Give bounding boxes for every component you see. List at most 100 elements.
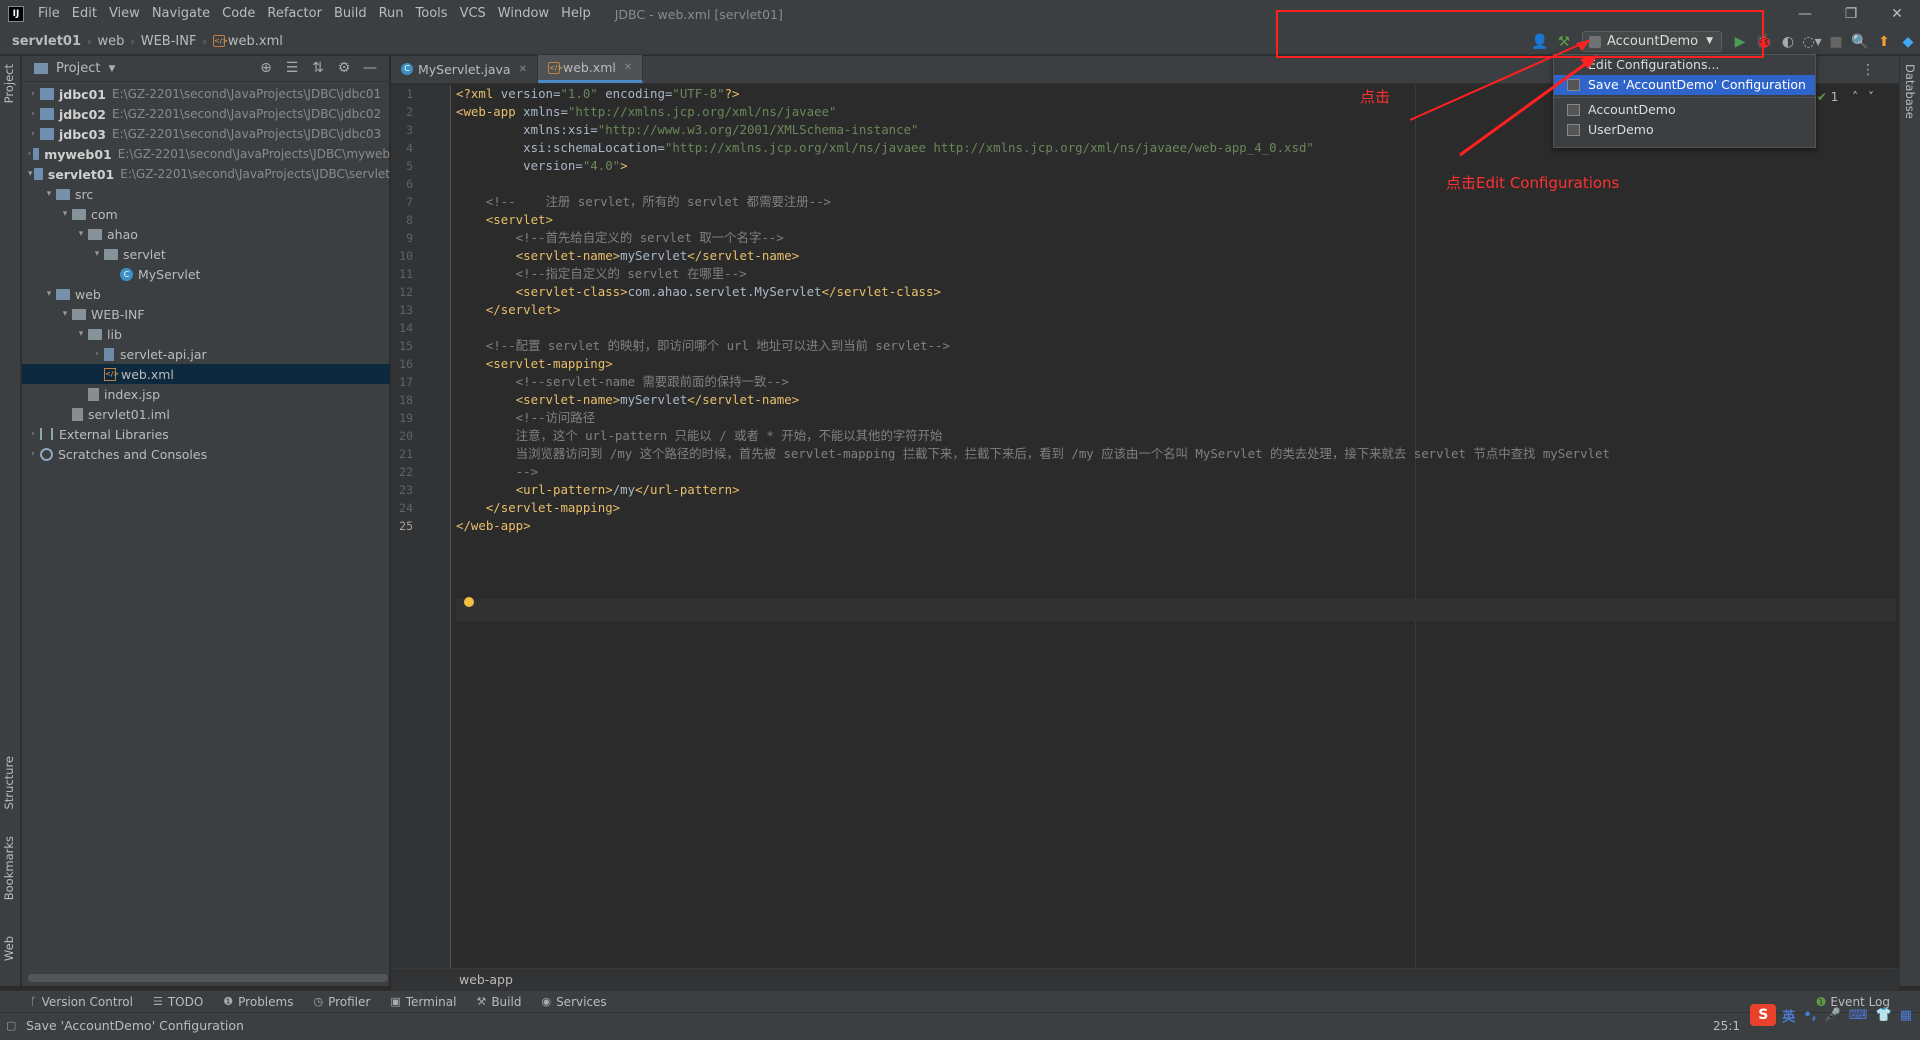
chevron-down-icon[interactable]: ▾ bbox=[42, 189, 56, 199]
tree-item[interactable]: ▾ src bbox=[22, 184, 390, 204]
menu-help[interactable]: Help bbox=[555, 0, 597, 28]
tree-item[interactable]: ▾ WEB-INF bbox=[22, 304, 390, 324]
database-tool-tab[interactable]: Database bbox=[1903, 64, 1917, 119]
tree-item[interactable]: ▾ servlet01 E:\GZ-2201\second\JavaProjects… bbox=[22, 164, 390, 184]
menu-code[interactable]: Code bbox=[216, 0, 261, 28]
menu-window[interactable]: Window bbox=[492, 0, 555, 28]
menu-build[interactable]: Build bbox=[328, 0, 373, 28]
profile-icon[interactable]: ◌▾ bbox=[1800, 31, 1824, 53]
tree-item[interactable]: ▾ servlet bbox=[22, 244, 390, 264]
menu-edit[interactable]: Edit bbox=[66, 0, 103, 28]
menu-view[interactable]: View bbox=[103, 0, 146, 28]
expand-all-icon[interactable]: ☰ bbox=[279, 60, 305, 76]
minimize-button[interactable]: — bbox=[1782, 0, 1828, 28]
tree-item[interactable]: › servlet-api.jar bbox=[22, 344, 390, 364]
tree-item[interactable]: ▾ com bbox=[22, 204, 390, 224]
tree-item[interactable]: › External Libraries bbox=[22, 424, 390, 444]
tree-item[interactable]: </> web.xml bbox=[22, 364, 390, 384]
chevron-right-icon[interactable]: › bbox=[26, 149, 33, 159]
chevron-down-icon[interactable]: ▾ bbox=[74, 329, 88, 339]
gear-icon[interactable]: ⚙ bbox=[331, 60, 357, 76]
caret-position[interactable]: 25:1 bbox=[1713, 1013, 1740, 1039]
chevron-down-icon[interactable]: ▾ bbox=[74, 229, 88, 239]
tree-item[interactable]: index.jsp bbox=[22, 384, 390, 404]
tree-item[interactable]: C MyServlet bbox=[22, 264, 390, 284]
chevron-right-icon[interactable]: › bbox=[26, 109, 40, 119]
chevron-down-icon[interactable]: ▾ bbox=[90, 249, 104, 259]
build-tab[interactable]: ⚒ Build bbox=[476, 995, 521, 1009]
apps-grid-icon[interactable]: ▦ bbox=[1900, 1008, 1912, 1023]
close-button[interactable]: ✕ bbox=[1874, 0, 1920, 28]
menu-refactor[interactable]: Refactor bbox=[261, 0, 328, 28]
code-editor[interactable]: <?xml version="1.0" encoding="UTF-8"?> <w… bbox=[456, 85, 1896, 970]
update-icon[interactable]: ⬆ bbox=[1872, 31, 1896, 53]
chevron-down-icon[interactable]: ˅ bbox=[1868, 90, 1874, 104]
breadcrumb-web-xml[interactable]: web.xml bbox=[228, 34, 283, 49]
sogou-ime-logo[interactable]: S bbox=[1750, 1004, 1777, 1026]
project-panel-title[interactable]: Project bbox=[56, 61, 100, 76]
tree-item[interactable]: › jdbc03 E:\GZ-2201\second\JavaProjects\JD… bbox=[22, 124, 390, 144]
inspection-widget[interactable]: ✔ 1 ˄ ˅ bbox=[1817, 90, 1874, 104]
bookmarks-tool-tab[interactable]: Bookmarks bbox=[2, 836, 16, 900]
terminal-tab[interactable]: ▣ Terminal bbox=[390, 995, 456, 1009]
chevron-down-icon[interactable]: ▾ bbox=[58, 209, 72, 219]
chevron-right-icon[interactable]: › bbox=[26, 89, 40, 99]
keyboard-icon[interactable]: ⌨ bbox=[1849, 1008, 1868, 1023]
profiler-tab[interactable]: ◷ Profiler bbox=[313, 995, 370, 1009]
close-icon[interactable]: ✕ bbox=[624, 62, 632, 73]
tree-item[interactable]: servlet01.iml bbox=[22, 404, 390, 424]
status-toggle-icon[interactable]: ▢ bbox=[6, 1013, 16, 1039]
restore-button[interactable]: ❐ bbox=[1828, 0, 1874, 28]
project-tree: › jdbc01 E:\GZ-2201\second\JavaProjects\JD… bbox=[22, 84, 390, 464]
more-options-icon[interactable]: ⋮ bbox=[1861, 62, 1875, 78]
intention-bulb-icon[interactable] bbox=[464, 597, 474, 607]
skin-icon[interactable]: 👕 bbox=[1876, 1008, 1892, 1023]
xml-tag-breadcrumb[interactable]: web-app bbox=[391, 968, 1899, 990]
menu-run[interactable]: Run bbox=[373, 0, 410, 28]
problems-tab[interactable]: ❶ Problems bbox=[223, 995, 293, 1009]
chevron-up-icon[interactable]: ˄ bbox=[1852, 90, 1858, 104]
collapse-all-icon[interactable]: ⇅ bbox=[305, 60, 331, 76]
chevron-down-icon[interactable]: ▼ bbox=[108, 64, 115, 74]
horizontal-scrollbar[interactable] bbox=[28, 974, 388, 982]
tree-item[interactable]: › jdbc02 E:\GZ-2201\second\JavaProjects\JD… bbox=[22, 104, 390, 124]
tab-web-xml[interactable]: </> web.xml ✕ bbox=[537, 55, 644, 83]
structure-tool-tab[interactable]: Structure bbox=[2, 756, 16, 810]
chevron-right-icon[interactable]: › bbox=[26, 129, 40, 139]
menu-tools[interactable]: Tools bbox=[410, 0, 454, 28]
tree-item[interactable]: › Scratches and Consoles bbox=[22, 444, 390, 464]
coverage-icon[interactable]: ◐ bbox=[1776, 31, 1800, 53]
hide-icon[interactable]: — bbox=[357, 60, 383, 76]
menu-navigate[interactable]: Navigate bbox=[146, 0, 216, 28]
breadcrumb-project[interactable]: servlet01 bbox=[12, 34, 81, 49]
todo-tab[interactable]: ☰ TODO bbox=[153, 995, 203, 1009]
chevron-right-icon[interactable]: › bbox=[90, 349, 104, 359]
menu-vcs[interactable]: VCS bbox=[454, 0, 492, 28]
tree-item[interactable]: ▾ ahao bbox=[22, 224, 390, 244]
tree-item[interactable]: ▾ lib bbox=[22, 324, 390, 344]
web-tool-tab[interactable]: Web bbox=[2, 936, 16, 961]
tree-item[interactable]: ▾ web bbox=[22, 284, 390, 304]
ime-language[interactable]: 英 bbox=[1782, 1006, 1795, 1025]
locate-icon[interactable]: ⊕ bbox=[253, 60, 279, 76]
tree-item[interactable]: › jdbc01 E:\GZ-2201\second\JavaProjects\JD… bbox=[22, 84, 390, 104]
close-icon[interactable]: ✕ bbox=[519, 64, 527, 75]
ime-punctuation[interactable]: •, bbox=[1803, 1008, 1816, 1023]
chevron-right-icon[interactable]: › bbox=[26, 449, 40, 459]
chevron-down-icon[interactable]: ▾ bbox=[42, 289, 56, 299]
project-tool-tab[interactable]: Project bbox=[2, 64, 16, 103]
microphone-icon[interactable]: 🎤 bbox=[1825, 1008, 1841, 1023]
chevron-down-icon[interactable]: ▾ bbox=[26, 169, 34, 179]
tree-item[interactable]: › myweb01 E:\GZ-2201\second\JavaProjects\J… bbox=[22, 144, 390, 164]
stop-icon[interactable]: ■ bbox=[1824, 31, 1848, 53]
tab-myservlet-java[interactable]: C MyServlet.java ✕ bbox=[391, 55, 538, 83]
search-icon[interactable]: 🔍 bbox=[1848, 31, 1872, 53]
breadcrumb-web[interactable]: web bbox=[97, 34, 124, 49]
version-control-tab[interactable]: ᚴ Version Control bbox=[30, 995, 133, 1009]
chevron-right-icon[interactable]: › bbox=[26, 429, 40, 439]
jetbrains-toolbox-icon[interactable]: ◆ bbox=[1896, 31, 1920, 53]
breadcrumb-web-inf[interactable]: WEB-INF bbox=[141, 34, 197, 49]
menu-file[interactable]: File bbox=[32, 0, 66, 28]
services-tab[interactable]: ◉ Services bbox=[541, 995, 606, 1009]
chevron-down-icon[interactable]: ▾ bbox=[58, 309, 72, 319]
